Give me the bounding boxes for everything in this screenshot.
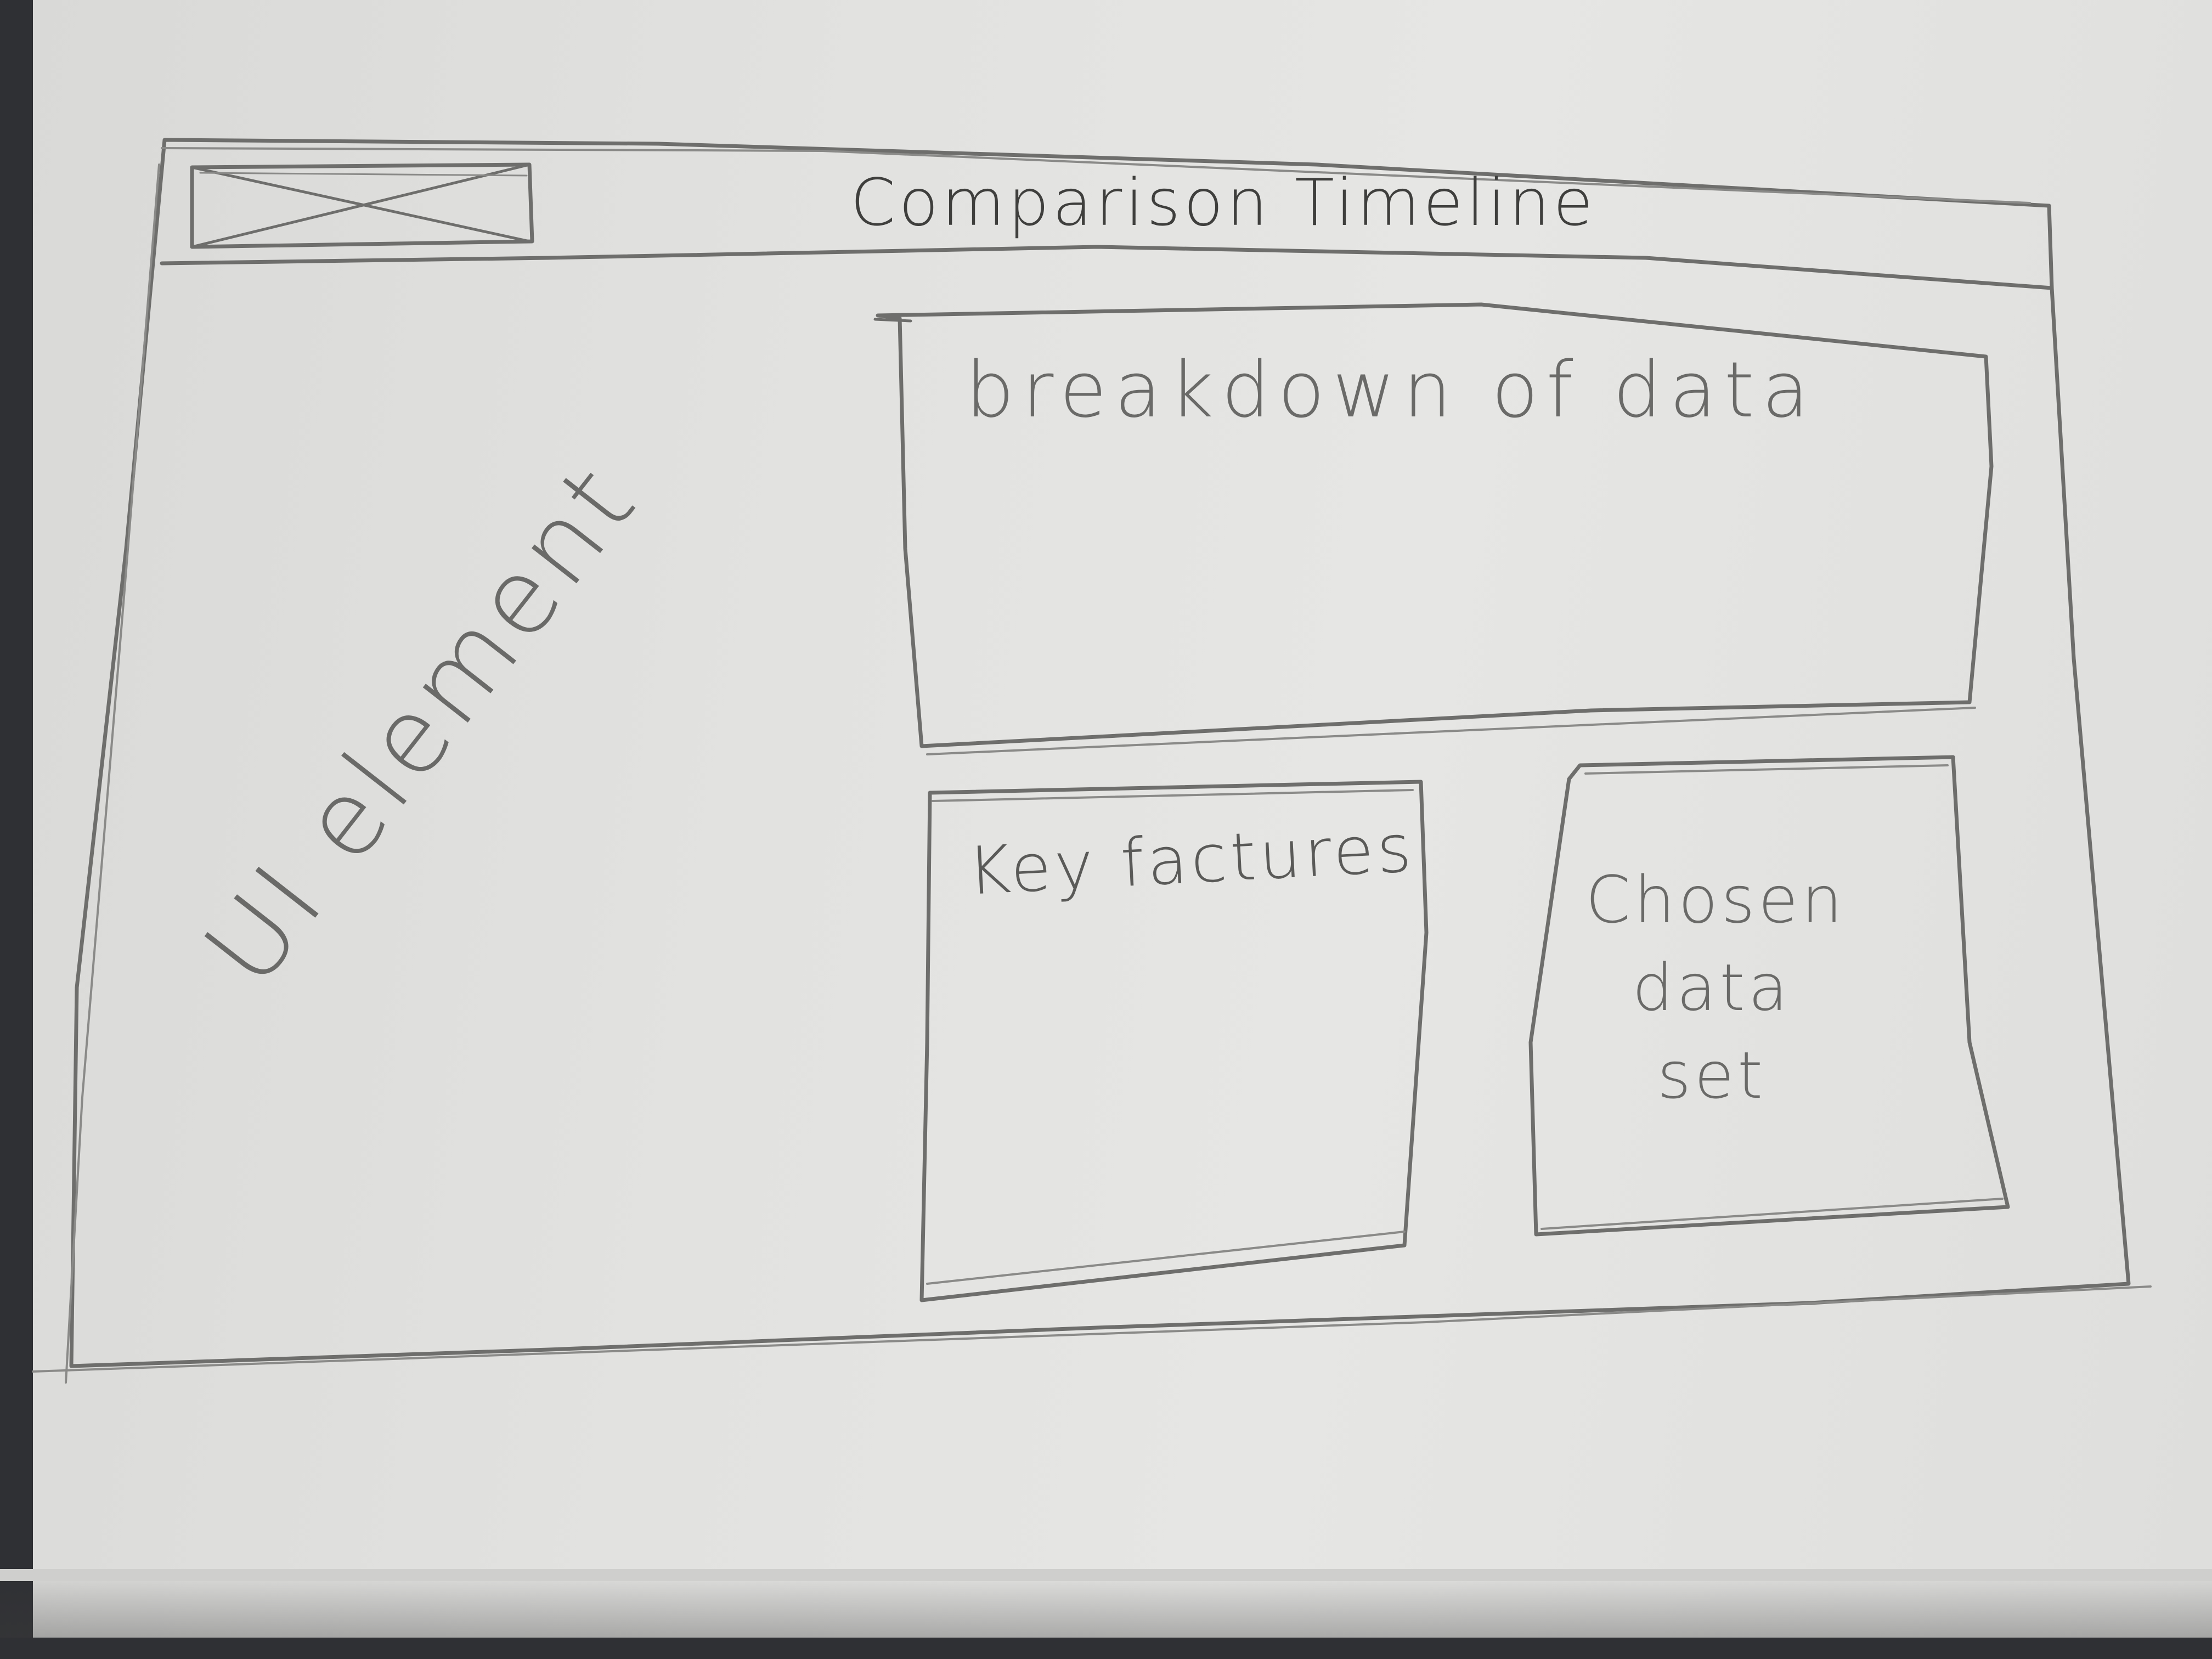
title-bar-divider [160, 245, 2054, 290]
window-title: Comparison Timeline [850, 165, 1596, 240]
image-placeholder-icon [190, 162, 534, 249]
chosen-data-set-panel-label: Chosen data set [1585, 862, 1846, 1113]
window-frame-left-overstroke [65, 163, 160, 1384]
breakdown-panel-label: breakdown of data [966, 346, 1817, 435]
sketch-photo: Comparison Timeline UI element breakdown… [0, 0, 2212, 1659]
